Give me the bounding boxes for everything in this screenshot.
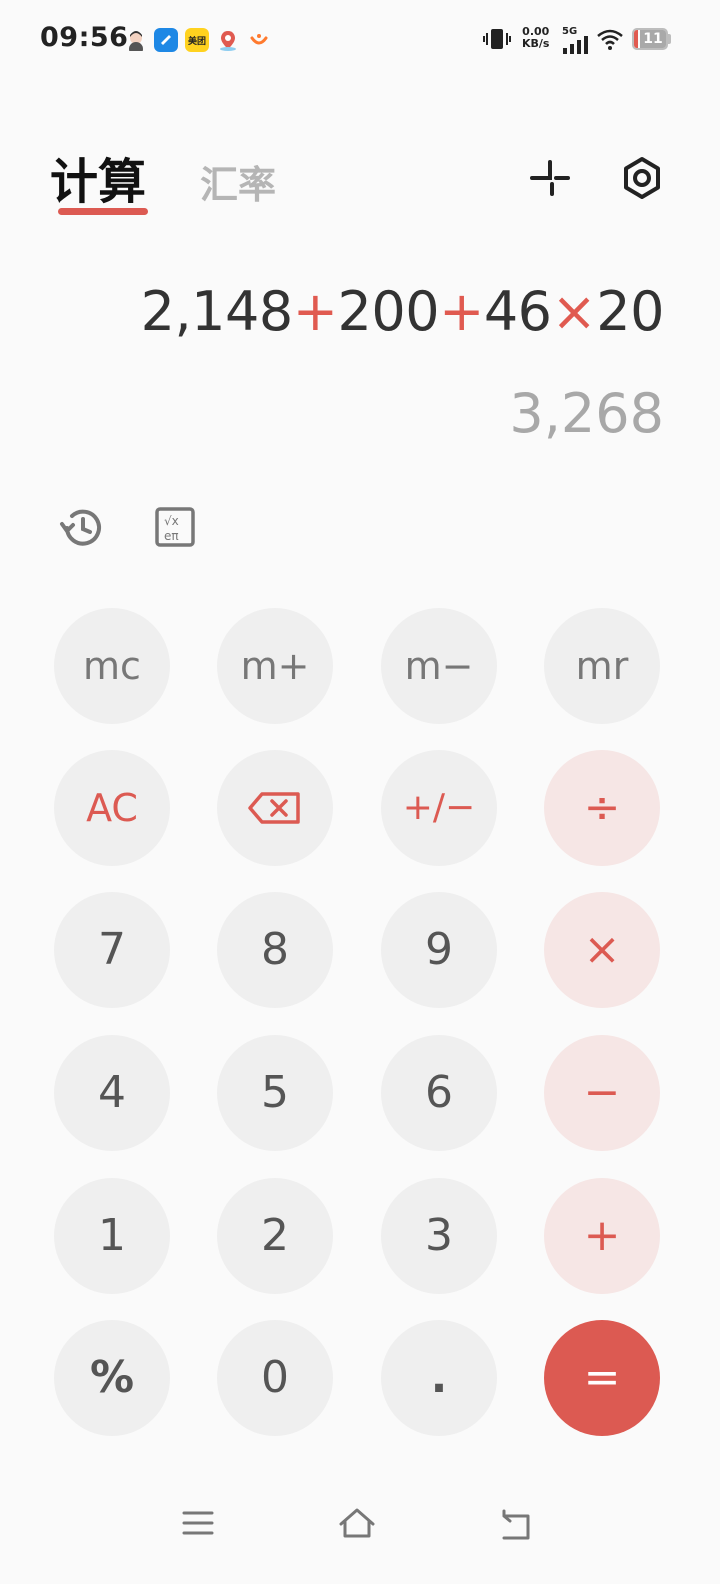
battery-tip — [668, 34, 671, 44]
digit-6-button[interactable]: 6 — [381, 1035, 497, 1151]
minus-button[interactable]: − — [544, 1035, 660, 1151]
equals-button[interactable]: = — [544, 1320, 660, 1436]
expression-operator: + — [439, 280, 484, 343]
m-plus-button[interactable]: m+ — [217, 608, 333, 724]
didi-icon — [247, 28, 271, 52]
key-label: 4 — [98, 1067, 126, 1118]
net-speed-unit: KB/s — [522, 37, 550, 50]
key-label: . — [430, 1352, 448, 1403]
divide-button[interactable]: ÷ — [544, 750, 660, 866]
key-label: 9 — [425, 924, 453, 975]
digit-5-button[interactable]: 5 — [217, 1035, 333, 1151]
digit-2-button[interactable]: 2 — [217, 1178, 333, 1294]
recent-apps-button[interactable] — [182, 1508, 214, 1542]
svg-text:eπ: eπ — [164, 529, 179, 543]
expression-operand: 200 — [337, 280, 440, 343]
digit-9-button[interactable]: 9 — [381, 892, 497, 1008]
battery-fill — [634, 30, 638, 48]
scientific-button[interactable]: √x eπ — [154, 506, 196, 548]
key-label: 0 — [261, 1352, 289, 1403]
all-clear-button[interactable]: AC — [54, 750, 170, 866]
map-icon — [216, 28, 240, 52]
digit-3-button[interactable]: 3 — [381, 1178, 497, 1294]
expression-operator: × — [551, 280, 597, 343]
plus-button[interactable]: + — [544, 1178, 660, 1294]
gear-icon — [624, 157, 660, 199]
shrink-icon — [530, 160, 570, 196]
result-display: 3,268 — [509, 382, 664, 445]
home-icon — [339, 1508, 375, 1538]
meituan-icon: 美团 — [185, 28, 209, 52]
battery-icon: 11 — [632, 28, 668, 50]
expression-operand: 20 — [596, 280, 664, 343]
digit-1-button[interactable]: 1 — [54, 1178, 170, 1294]
backspace-button[interactable] — [217, 750, 333, 866]
wifi-icon — [596, 28, 624, 54]
history-button[interactable] — [58, 504, 106, 552]
key-label: +/− — [402, 787, 476, 828]
multiply-button[interactable]: × — [544, 892, 660, 1008]
key-label: 8 — [261, 924, 289, 975]
expression-operator: + — [292, 280, 338, 343]
key-label: m+ — [240, 644, 310, 688]
key-label: mr — [575, 644, 629, 688]
key-label: × — [583, 924, 621, 975]
key-label: 3 — [425, 1210, 453, 1261]
backspace-icon — [248, 792, 300, 824]
avatar-app-icon — [124, 28, 148, 52]
key-label: AC — [86, 786, 138, 830]
digit-8-button[interactable]: 8 — [217, 892, 333, 1008]
status-time: 09:56 — [40, 22, 129, 53]
key-label: 6 — [425, 1067, 453, 1118]
key-label: 5 — [261, 1067, 289, 1118]
meituan-label: 美团 — [187, 36, 206, 47]
settings-button[interactable] — [618, 154, 666, 202]
key-label: 1 — [98, 1210, 126, 1261]
tab-calculator[interactable]: 计算 — [50, 142, 146, 212]
blue-app-icon — [154, 28, 178, 52]
vibrate-icon — [482, 28, 512, 54]
history-icon — [60, 509, 101, 546]
net-speed: 0.00 KB/s — [522, 26, 549, 50]
key-label: 2 — [261, 1210, 289, 1261]
digit-0-button[interactable]: 0 — [217, 1320, 333, 1436]
expression-display: 2,148+200+46×20 — [140, 280, 665, 343]
mc-button[interactable]: mc — [54, 608, 170, 724]
expression-operand: 2,148 — [140, 280, 294, 343]
digit-7-button[interactable]: 7 — [54, 892, 170, 1008]
percent-button[interactable]: % — [54, 1320, 170, 1436]
back-button[interactable] — [498, 1508, 534, 1546]
scientific-functions-icon: √x eπ — [155, 507, 195, 547]
expression-operand: 46 — [483, 280, 552, 343]
mr-button[interactable]: mr — [544, 608, 660, 724]
key-label: mc — [83, 644, 141, 688]
key-label: % — [89, 1352, 135, 1403]
plus-minus-button[interactable]: +/− — [381, 750, 497, 866]
battery-level: 11 — [640, 30, 666, 48]
menu-icon — [182, 1511, 214, 1535]
key-label: 7 — [98, 924, 126, 975]
key-label: m− — [404, 644, 474, 688]
status-bar: 09:56 美团 0.00 KB/s 5G 11 — [0, 0, 720, 80]
back-icon — [502, 1509, 530, 1540]
tab-exchange-rate[interactable]: 汇率 — [200, 154, 276, 209]
tab-active-indicator — [58, 208, 148, 215]
signal-icon — [562, 36, 590, 58]
key-label: − — [583, 1067, 621, 1118]
float-window-button[interactable] — [526, 154, 574, 202]
svg-text:√x: √x — [164, 514, 179, 528]
key-label: + — [583, 1210, 621, 1261]
home-button[interactable] — [337, 1506, 377, 1546]
decimal-point-button[interactable]: . — [381, 1320, 497, 1436]
digit-4-button[interactable]: 4 — [54, 1035, 170, 1151]
key-label: ÷ — [583, 782, 621, 833]
m-minus-button[interactable]: m− — [381, 608, 497, 724]
key-label: = — [583, 1352, 621, 1403]
